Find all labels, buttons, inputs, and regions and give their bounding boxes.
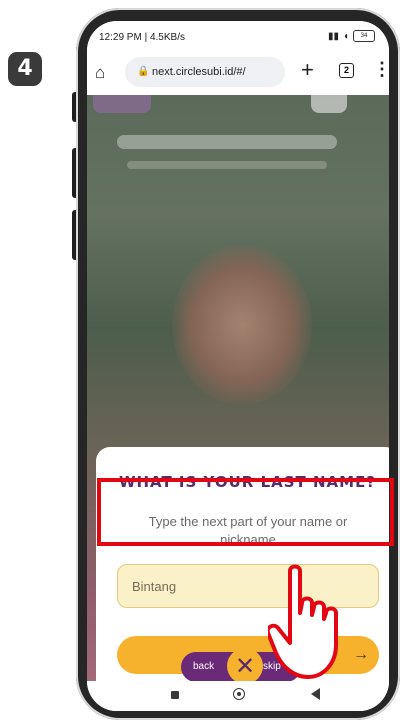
url-text: next.circlesubi.id/#/ [152, 66, 246, 78]
back-button[interactable]: back [193, 652, 214, 682]
android-nav-bar [87, 681, 389, 711]
home-circle-icon[interactable] [233, 688, 245, 700]
blurred-button [311, 95, 347, 113]
signal-icon: ▮▮ [327, 30, 339, 42]
blurred-heading [117, 135, 337, 149]
wifi-icon: ◖ [342, 30, 349, 42]
status-bar: 12:29 PM | 4.5KB/s ▮▮ ◖ 34 [87, 21, 389, 49]
pointer-hand-icon [268, 564, 338, 679]
input-highlight-box [97, 478, 394, 546]
step-number-badge: 4 [8, 52, 42, 86]
battery-icon: 34 [353, 30, 375, 42]
close-icon[interactable]: ✕ [227, 648, 263, 684]
menu-icon[interactable]: ⋮ [373, 59, 389, 80]
address-bar[interactable]: 🔒 next.circlesubi.id/#/ [125, 57, 285, 87]
blurred-photo [172, 245, 312, 405]
arrow-right-icon: → [353, 646, 369, 663]
home-icon[interactable]: ⌂ [95, 63, 105, 83]
tabs-icon[interactable]: 2 [339, 63, 354, 78]
status-icons: ▮▮ ◖ 34 [328, 30, 375, 42]
back-triangle-icon[interactable] [311, 688, 320, 700]
lock-icon: 🔒 [137, 66, 150, 77]
browser-toolbar: ⌂ 🔒 next.circlesubi.id/#/ + 2 ⋮ [87, 49, 389, 95]
recents-icon[interactable] [171, 691, 179, 699]
status-time: 12:29 PM | 4.5KB/s [99, 32, 185, 43]
blurred-subheading [127, 161, 327, 169]
plus-icon[interactable]: + [301, 57, 314, 83]
blurred-logo [93, 95, 151, 113]
